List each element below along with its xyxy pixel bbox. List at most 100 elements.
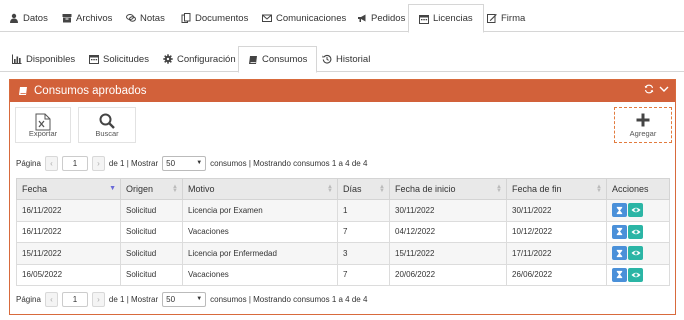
tab-disponibles[interactable]: Disponibles [12, 46, 75, 72]
col-origen[interactable]: Origen ▲ ▼ [120, 178, 183, 200]
chevron-down-icon: ▼ [196, 296, 203, 302]
col-fecha[interactable]: Fecha ▼ [16, 178, 121, 200]
page-input[interactable]: 1 [61, 291, 88, 307]
col-label: Fecha de inicio [395, 184, 456, 194]
chevron-down-icon[interactable] [659, 84, 669, 94]
page-size-select[interactable]: 50 ▼ [162, 291, 207, 307]
pager-summary: consumos | Mostrando consumos 1 a 4 de 4 [210, 294, 368, 304]
panel-header: Consumos aprobados [10, 80, 675, 102]
hourglass-button[interactable] [612, 267, 627, 282]
page-size-value: 50 [166, 294, 176, 304]
add-button[interactable]: Agregar [614, 107, 672, 143]
tab-solicitudes[interactable]: Solicitudes [89, 46, 149, 72]
sort-icon: ▲ ▼ [172, 184, 178, 194]
tab-configuracion[interactable]: Configuración [163, 46, 236, 72]
of-pages-label: de 1 | Mostrar [108, 158, 159, 168]
search-label: Buscar [95, 129, 119, 138]
person-icon [9, 13, 19, 23]
sort-icon: ▲ ▼ [596, 184, 602, 194]
cell-fecha-fin: 17/11/2022 [506, 242, 607, 265]
next-page-button[interactable]: › [91, 291, 105, 307]
tab-label: Pedidos [371, 12, 406, 24]
tab-historial[interactable]: Historial [322, 46, 370, 72]
table-row: 16/05/2022 Solicitud Vacaciones 7 20/06/… [16, 263, 670, 286]
tab-label: Notas [140, 12, 165, 24]
sort-icon: ▲ ▼ [496, 184, 502, 194]
refresh-icon[interactable] [644, 84, 654, 94]
top-tab-bar: Datos Archivos Notas Documentos Comunica… [0, 0, 684, 33]
view-eye-button[interactable] [628, 203, 643, 218]
hourglass-button[interactable] [612, 203, 627, 218]
tab-label: Consumos [262, 54, 308, 65]
col-motivo[interactable]: Motivo ▲ ▼ [182, 178, 338, 200]
tab-licencias[interactable]: Licencias [408, 4, 484, 33]
cell-fecha-inicio: 30/11/2022 [389, 199, 507, 222]
prev-page-button[interactable]: ‹ [44, 291, 58, 307]
tab-datos[interactable]: Datos [7, 4, 50, 32]
cell-dias: 1 [337, 199, 390, 222]
comments-icon [126, 13, 136, 23]
tab-archivos[interactable]: Archivos [60, 4, 114, 32]
excel-icon [35, 113, 51, 131]
page-input[interactable]: 1 [61, 155, 88, 171]
col-acciones: Acciones [606, 178, 670, 200]
tab-comunicaciones[interactable]: Comunicaciones [260, 4, 348, 32]
add-label: Agregar [629, 129, 657, 138]
pager-bottom: Página ‹ 1 › de 1 | Mostrar 50 ▼ consumos… [16, 291, 367, 307]
table-row: 16/11/2022 Solicitud Licencia por Examen… [16, 199, 670, 222]
chevron-down-icon: ▼ [196, 160, 203, 166]
cell-fecha: 16/11/2022 [16, 220, 121, 243]
of-pages-label: de 1 | Mostrar [108, 294, 159, 304]
sort-desc-icon: ▼ [109, 185, 116, 192]
view-eye-button[interactable] [628, 246, 643, 261]
sub-tab-bar: Disponibles Solicitudes Configuración Co… [0, 46, 684, 73]
signature-icon [487, 13, 497, 23]
book-icon [248, 55, 258, 65]
consumos-table: Fecha ▼ Origen ▲ ▼ Motivo ▲ ▼ Días ▲ ▼ Fecha de… [16, 178, 670, 286]
pager-top: Página ‹ 1 › de 1 | Mostrar 50 ▼ consumos… [16, 155, 367, 171]
cell-motivo: Licencia por Enfermedad [182, 242, 338, 265]
tab-notas[interactable]: Notas [124, 4, 167, 32]
cell-fecha-inicio: 15/11/2022 [389, 242, 507, 265]
view-eye-button[interactable] [628, 224, 643, 239]
cell-fecha-inicio: 04/12/2022 [389, 220, 507, 243]
page-size-select[interactable]: 50 ▼ [162, 155, 207, 171]
documents-icon [181, 13, 191, 23]
panel-title: Consumos aprobados [34, 85, 147, 97]
cell-fecha: 16/11/2022 [16, 199, 121, 222]
tab-label: Configuración [177, 53, 236, 65]
col-fecha-fin[interactable]: Fecha de fin ▲ ▼ [506, 178, 607, 200]
page-size-value: 50 [166, 158, 176, 168]
cell-origen: Solicitud [120, 242, 183, 265]
tab-documentos[interactable]: Documentos [179, 4, 250, 32]
cell-fecha: 15/11/2022 [16, 242, 121, 265]
next-page-button[interactable]: › [91, 155, 105, 171]
export-button[interactable]: Exportar [15, 107, 71, 143]
cell-origen: Solicitud [120, 199, 183, 222]
tab-firma[interactable]: Firma [485, 4, 527, 32]
col-label: Días [343, 184, 362, 194]
search-button[interactable]: Buscar [78, 107, 136, 143]
tab-label: Historial [336, 53, 371, 65]
cell-dias: 7 [337, 263, 390, 286]
col-fecha-inicio[interactable]: Fecha de inicio ▲ ▼ [389, 178, 507, 200]
view-eye-button[interactable] [628, 267, 643, 282]
hourglass-button[interactable] [612, 224, 627, 239]
calendar-icon [419, 14, 429, 24]
hourglass-button[interactable] [612, 246, 627, 261]
tab-label: Firma [501, 12, 526, 24]
prev-page-button[interactable]: ‹ [44, 155, 58, 171]
tab-consumos[interactable]: Consumos [238, 46, 318, 73]
plus-icon [636, 113, 650, 127]
tab-label: Documentos [195, 12, 249, 24]
history-icon [322, 54, 332, 64]
pager-summary: consumos | Mostrando consumos 1 a 4 de 4 [210, 158, 368, 168]
col-dias[interactable]: Días ▲ ▼ [337, 178, 390, 200]
cell-acciones [606, 199, 670, 222]
tab-pedidos[interactable]: Pedidos [355, 4, 407, 32]
sort-icon: ▲ ▼ [327, 184, 333, 194]
book-icon [18, 86, 28, 96]
col-label: Fecha de fin [512, 184, 562, 194]
col-label: Fecha [22, 184, 48, 194]
cell-fecha-fin: 30/11/2022 [506, 199, 607, 222]
